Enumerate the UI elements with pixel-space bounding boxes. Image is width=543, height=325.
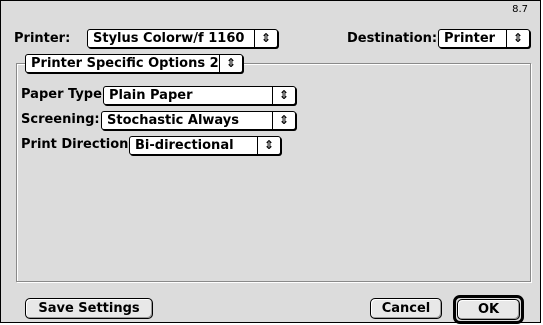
paper-type-select-value: Plain Paper <box>109 88 193 103</box>
cancel-button[interactable]: Cancel <box>370 298 442 319</box>
popup-arrows-icon: ⇕ <box>263 138 275 152</box>
screening-select[interactable]: Stochastic Always ⇕ <box>101 111 296 130</box>
panel-select-value: Printer Specific Options 2 <box>31 56 219 71</box>
panel-select[interactable]: Printer Specific Options 2 ⇕ <box>25 54 243 73</box>
paper-type-label: Paper Type: <box>21 87 108 102</box>
destination-select-value: Printer <box>444 31 496 46</box>
screening-label: Screening: <box>21 112 100 127</box>
ok-button[interactable]: OK <box>457 299 520 320</box>
print-direction-select-value: Bi-directional <box>135 138 234 153</box>
save-settings-button[interactable]: Save Settings <box>25 298 153 319</box>
print-direction-label: Print Direction: <box>21 137 134 152</box>
popup-arrows-icon: ⇕ <box>225 56 237 70</box>
print-options-dialog: 8.7 Printer: Stylus Colorw/f 1160 ⇕ Dest… <box>0 0 541 324</box>
popup-arrows-icon: ⇕ <box>512 31 524 45</box>
print-direction-select[interactable]: Bi-directional ⇕ <box>129 136 281 155</box>
popup-arrows-icon: ⇕ <box>260 31 272 45</box>
popup-arrows-icon: ⇕ <box>278 113 290 127</box>
printer-select-value: Stylus Colorw/f 1160 <box>93 31 245 46</box>
printer-select[interactable]: Stylus Colorw/f 1160 ⇕ <box>87 29 278 48</box>
popup-arrows-icon: ⇕ <box>278 88 290 102</box>
destination-select[interactable]: Printer ⇕ <box>438 29 530 48</box>
destination-label: Destination: <box>347 31 438 46</box>
paper-type-select[interactable]: Plain Paper ⇕ <box>103 86 296 105</box>
printer-label: Printer: <box>14 31 71 46</box>
screening-select-value: Stochastic Always <box>107 113 239 128</box>
version-label: 8.7 <box>512 4 528 15</box>
